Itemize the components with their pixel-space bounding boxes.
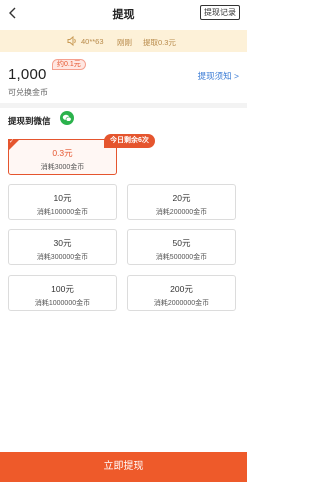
balance-label: 可兑换金币 [8,88,48,97]
withdraw-option[interactable]: ✓ 0.3元 消耗3000金币 [8,139,117,175]
notice-time: 刚刚 [117,38,132,47]
option-cost: 消耗3000金币 [40,164,85,171]
option-cost: 消耗2000000金币 [153,300,210,307]
notice-bar: 40**63 刚刚 提取0.3元 [0,30,247,52]
option-amount: 50元 [172,238,191,248]
withdraw-option[interactable]: 10元 消耗100000金币 [8,184,117,220]
option-amount: 30元 [53,238,72,248]
option-amount: 10元 [53,193,72,203]
withdraw-record-button[interactable]: 提现记录 [200,5,240,20]
withdraw-option[interactable]: 20元 消耗200000金币 [127,184,236,220]
option-cost: 消耗300000金币 [36,254,89,261]
option-cost: 消耗500000金币 [155,254,208,261]
withdraw-rules-link[interactable]: 提现须知 > [198,70,239,82]
option-amount: 20元 [172,193,191,203]
withdraw-option[interactable]: 30元 消耗300000金币 [8,229,117,265]
option-amount: 0.3元 [52,148,73,158]
notice-message: 提取0.3元 [143,38,176,47]
option-cost: 消耗1000000金币 [34,300,91,307]
remaining-times-badge: 今日剩余6次 [104,134,155,148]
balance-value-bubble: 约0.1元 [52,59,86,70]
withdraw-now-button[interactable]: 立即提现 [0,452,247,482]
option-amount: 200元 [170,284,193,294]
section-divider [0,103,247,108]
option-cost: 消耗200000金币 [155,209,208,216]
option-cost: 消耗100000金币 [36,209,89,216]
withdraw-option[interactable]: 200元 消耗2000000金币 [127,275,236,311]
coin-balance: 1,000 [8,66,47,83]
check-corner-icon: ✓ [8,139,20,151]
option-amount: 100元 [51,284,74,294]
withdraw-option[interactable]: 50元 消耗500000金币 [127,229,236,265]
header-bar: 提现 提现记录 [0,0,247,28]
speaker-icon [66,35,78,47]
wechat-icon [60,111,74,125]
notice-user: 40**63 [81,37,104,46]
withdraw-method-label: 提现到微信 [8,116,51,126]
withdraw-option[interactable]: 100元 消耗1000000金币 [8,275,117,311]
